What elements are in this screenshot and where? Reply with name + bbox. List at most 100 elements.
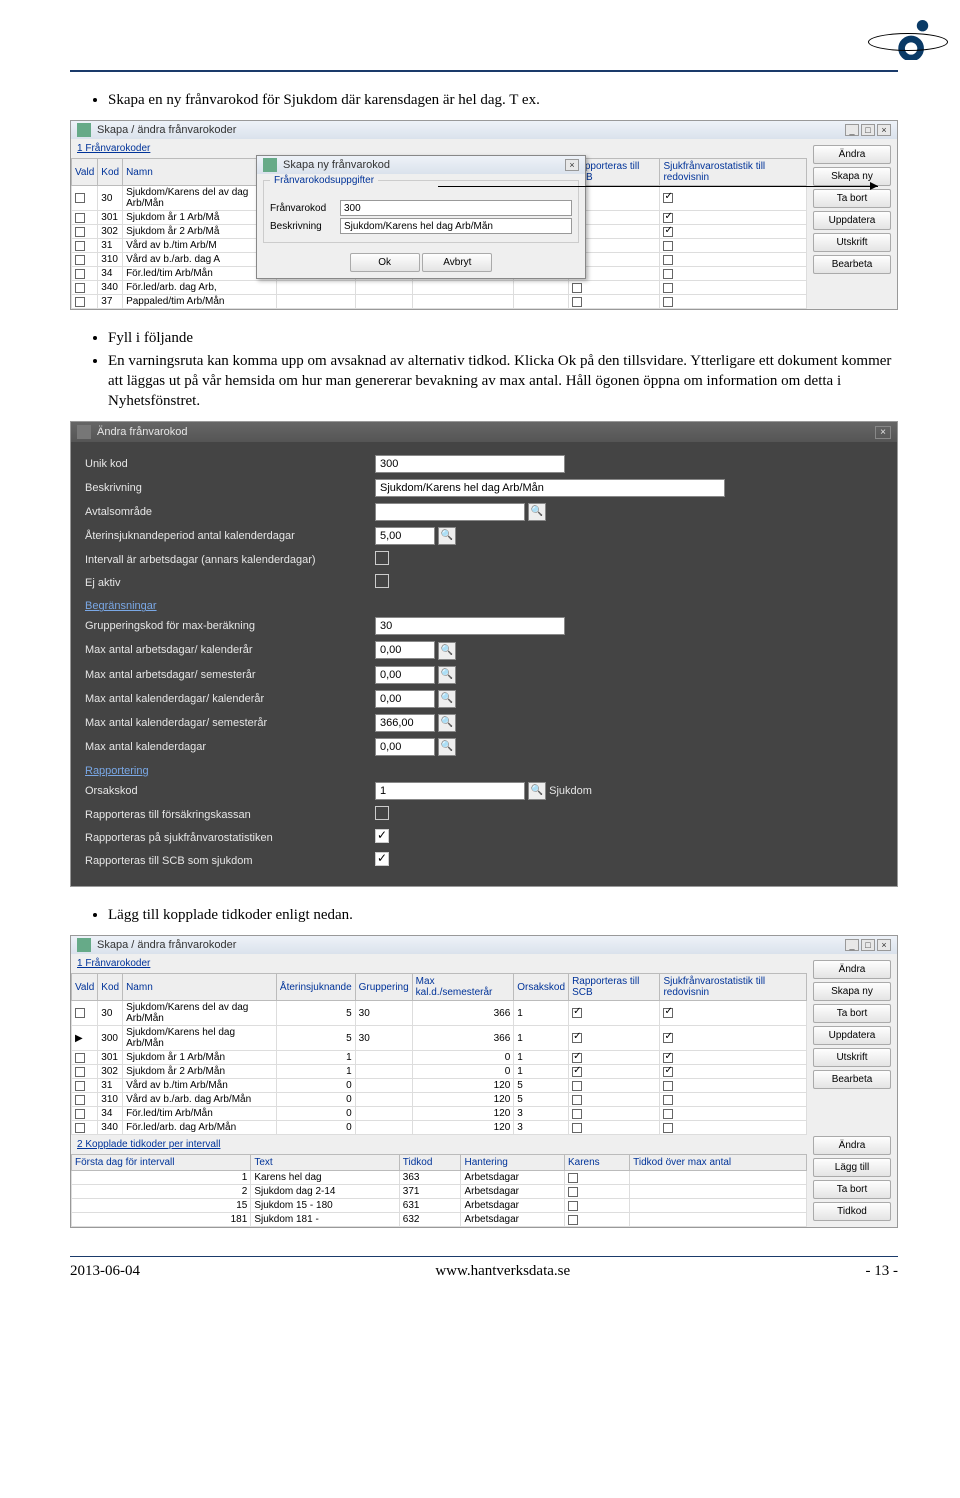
checkbox-icon[interactable]	[663, 227, 673, 237]
col-header[interactable]: Karens	[565, 1155, 630, 1171]
checkbox-icon[interactable]	[75, 213, 85, 223]
checkbox[interactable]	[375, 574, 389, 588]
side-button[interactable]: Utskrift	[813, 233, 891, 252]
side-button[interactable]: Ändra	[813, 145, 891, 164]
checkbox-icon[interactable]	[663, 193, 673, 203]
checkbox-icon[interactable]	[663, 1109, 673, 1119]
table-row[interactable]: 37Pappaled/tim Arb/Mån	[72, 295, 807, 309]
checkbox-icon[interactable]	[572, 1095, 582, 1105]
picker-icon[interactable]: 🔍	[438, 714, 456, 732]
text-input[interactable]	[375, 714, 435, 732]
side-button[interactable]: Ändra	[813, 960, 891, 979]
col-header[interactable]: Sjukfrånvarostatistik till redovisnin	[660, 159, 807, 186]
picker-icon[interactable]: 🔍	[438, 666, 456, 684]
checkbox-icon[interactable]	[75, 269, 85, 279]
picker-icon[interactable]: 🔍	[528, 503, 546, 521]
table-row[interactable]: 181Sjukdom 181 -632Arbetsdagar	[72, 1213, 807, 1227]
checkbox-icon[interactable]	[663, 1095, 673, 1105]
desc-input[interactable]	[340, 218, 572, 234]
col-header[interactable]: Vald	[72, 974, 98, 1001]
s3-minimize-icon[interactable]: _	[845, 939, 859, 951]
checkbox-icon[interactable]	[75, 193, 85, 203]
side-button[interactable]: Skapa ny	[813, 982, 891, 1001]
text-input[interactable]	[375, 641, 435, 659]
col-header[interactable]: Tidkod	[399, 1155, 461, 1171]
text-input[interactable]	[375, 738, 435, 756]
checkbox-icon[interactable]	[75, 227, 85, 237]
checkbox-icon[interactable]	[568, 1173, 578, 1183]
side-button[interactable]: Bearbeta	[813, 1070, 891, 1089]
text-input[interactable]	[375, 503, 525, 521]
table-row[interactable]: 15Sjukdom 15 - 180631Arbetsdagar	[72, 1199, 807, 1213]
table-row[interactable]: ▶300Sjukdom/Karens hel dag Arb/Mån530366…	[72, 1026, 807, 1051]
table-row[interactable]: 302Sjukdom år 2 Arb/Mån101	[72, 1065, 807, 1079]
text-input[interactable]	[375, 527, 435, 545]
close-icon[interactable]: ×	[877, 124, 891, 136]
checkbox-icon[interactable]	[75, 1053, 85, 1063]
checkbox-icon[interactable]	[663, 1008, 673, 1018]
checkbox-icon[interactable]	[75, 297, 85, 307]
picker-icon[interactable]: 🔍	[438, 690, 456, 708]
picker-icon[interactable]: 🔍	[438, 527, 456, 545]
col-header[interactable]: Återinsjuknande	[276, 974, 355, 1001]
col-header[interactable]: Orsakskod	[514, 974, 569, 1001]
checkbox[interactable]	[375, 829, 389, 843]
picker-icon[interactable]: 🔍	[438, 642, 456, 660]
checkbox-icon[interactable]	[75, 241, 85, 251]
checkbox-icon[interactable]	[663, 283, 673, 293]
checkbox-icon[interactable]	[572, 1081, 582, 1091]
col-header[interactable]: Namn	[123, 159, 277, 186]
text-input[interactable]	[375, 455, 565, 473]
text-input[interactable]	[375, 782, 525, 800]
side-button[interactable]: Lägg till	[813, 1158, 891, 1177]
table-row[interactable]: 340För.led/arb. dag Arb/Mån01203	[72, 1121, 807, 1135]
side-button[interactable]: Ta bort	[813, 1180, 891, 1199]
checkbox-icon[interactable]	[572, 1053, 582, 1063]
checkbox-icon[interactable]	[663, 1067, 673, 1077]
table-row[interactable]: 34För.led/tim Arb/Mån01203	[72, 1107, 807, 1121]
checkbox-icon[interactable]	[572, 1008, 582, 1018]
table-row[interactable]: 301Sjukdom år 1 Arb/Mån101	[72, 1051, 807, 1065]
checkbox-icon[interactable]	[663, 255, 673, 265]
minimize-icon[interactable]: _	[845, 124, 859, 136]
checkbox-icon[interactable]	[75, 1123, 85, 1133]
col-header[interactable]: Max kal.d./semesterår	[412, 974, 514, 1001]
s2-close-icon[interactable]: ×	[875, 426, 891, 439]
col-header[interactable]: Hantering	[461, 1155, 565, 1171]
table-row[interactable]: 340För.led/arb. dag Arb,	[72, 281, 807, 295]
checkbox-icon[interactable]	[663, 241, 673, 251]
checkbox-icon[interactable]	[568, 1187, 578, 1197]
checkbox-icon[interactable]	[572, 1067, 582, 1077]
col-header[interactable]: Kod	[98, 159, 123, 186]
cancel-button[interactable]: Avbryt	[422, 253, 492, 272]
checkbox-icon[interactable]	[572, 1123, 582, 1133]
text-input[interactable]	[375, 479, 725, 497]
side-button[interactable]: Ta bort	[813, 1004, 891, 1023]
checkbox-icon[interactable]	[75, 1067, 85, 1077]
checkbox-icon[interactable]	[572, 1033, 582, 1043]
col-header[interactable]: Kod	[98, 974, 123, 1001]
checkbox-icon[interactable]	[663, 297, 673, 307]
checkbox-icon[interactable]	[663, 1053, 673, 1063]
s3-close-icon[interactable]: ×	[877, 939, 891, 951]
side-button[interactable]: Uppdatera	[813, 211, 891, 230]
checkbox-icon[interactable]	[75, 255, 85, 265]
picker-icon[interactable]: 🔍	[438, 738, 456, 756]
col-header[interactable]: Rapporteras till SCB	[569, 974, 660, 1001]
checkbox-icon[interactable]	[663, 269, 673, 279]
side-button[interactable]: Ändra	[813, 1136, 891, 1155]
side-button[interactable]: Bearbeta	[813, 255, 891, 274]
col-header[interactable]: Vald	[72, 159, 98, 186]
checkbox-icon[interactable]	[572, 1109, 582, 1119]
checkbox[interactable]	[375, 806, 389, 820]
checkbox-icon[interactable]	[572, 283, 582, 293]
table-row[interactable]: 310Vård av b./arb. dag Arb/Mån01205	[72, 1093, 807, 1107]
col-header[interactable]: Gruppering	[355, 974, 412, 1001]
text-input[interactable]	[375, 690, 435, 708]
checkbox-icon[interactable]	[663, 1123, 673, 1133]
ok-button[interactable]: Ok	[350, 253, 420, 272]
checkbox[interactable]	[375, 551, 389, 565]
table-row[interactable]: 1Karens hel dag363Arbetsdagar	[72, 1171, 807, 1185]
checkbox-icon[interactable]	[572, 297, 582, 307]
checkbox-icon[interactable]	[75, 1008, 85, 1018]
